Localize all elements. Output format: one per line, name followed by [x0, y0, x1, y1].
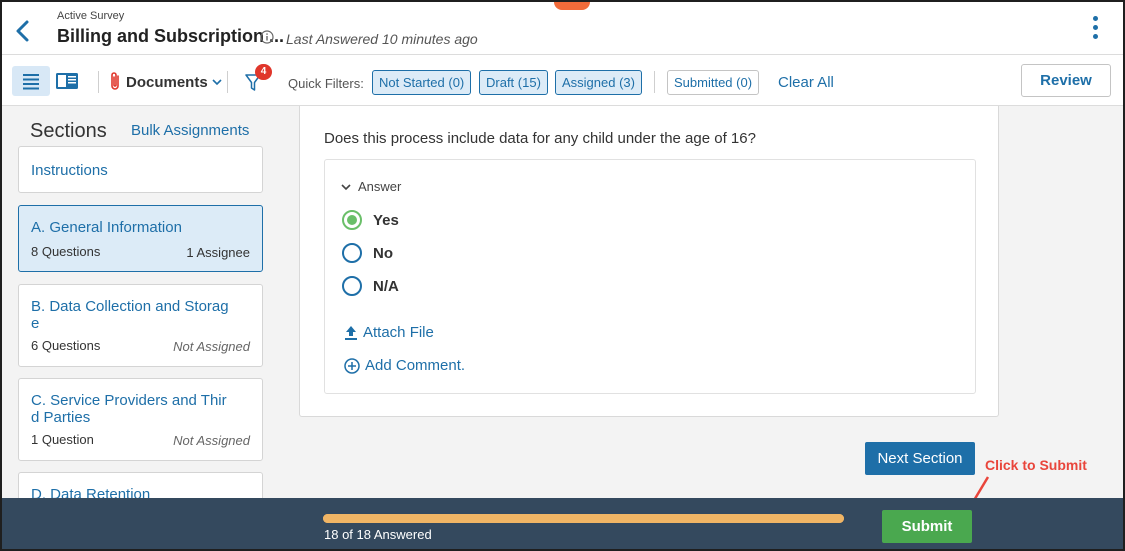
clear-all-link[interactable]: Clear All [778, 74, 834, 91]
section-assignee: 1 Assignee [186, 245, 250, 260]
add-comment-link[interactable]: Add Comment. [344, 357, 465, 374]
sections-heading: Sections [30, 120, 107, 142]
main-content: Sections Bulk Assignments Instructions A… [2, 106, 1123, 525]
section-title: B. Data Collection and Storag e [31, 298, 229, 332]
radio-label: Yes [373, 211, 399, 229]
add-comment-label: Add Comment. [365, 357, 466, 374]
attach-file-link[interactable]: Attach File [344, 324, 434, 341]
paperclip-icon [111, 72, 119, 90]
chevron-down-icon [341, 183, 351, 190]
progress-text: 18 of 18 Answered [324, 527, 432, 542]
radio-option-na[interactable]: N/A [342, 275, 399, 297]
section-question-count: 8 Questions [31, 244, 101, 259]
detail-view-button[interactable] [52, 66, 82, 96]
section-title: A. General Information [31, 219, 182, 236]
annotation-callout: Click to Submit [985, 457, 1087, 473]
radio-option-no[interactable]: No [342, 242, 393, 264]
question-text: Does this process include data for any c… [324, 130, 756, 147]
radio-option-yes[interactable]: Yes [342, 209, 399, 231]
answer-label: Answer [358, 179, 402, 194]
filter-count-badge: 4 [255, 64, 272, 80]
section-card-data-collection[interactable]: B. Data Collection and Storag e 6 Questi… [18, 284, 263, 367]
progress-bar [323, 514, 844, 523]
plus-circle-icon [344, 357, 360, 374]
review-button[interactable]: Review [1021, 64, 1111, 97]
next-section-button[interactable]: Next Section [865, 442, 975, 475]
more-options-icon[interactable] [1088, 16, 1102, 44]
chevron-left-icon [16, 20, 29, 42]
header: Active Survey Billing and Subscription .… [2, 2, 1123, 55]
question-panel: Does this process include data for any c… [299, 106, 999, 417]
filter-chip-not-started[interactable]: Not Started (0) [372, 70, 472, 95]
answer-box: Answer Yes No N/A Attach File Add Commen… [324, 159, 976, 394]
back-button[interactable] [12, 18, 34, 44]
documents-dropdown[interactable]: Documents [108, 70, 222, 94]
section-card-general-information[interactable]: A. General Information 8 Questions 1 Ass… [18, 205, 263, 272]
progress-bar-fill [323, 514, 844, 523]
section-assignee: Not Assigned [173, 433, 250, 448]
survey-status-label: Active Survey [57, 10, 125, 22]
toolbar-divider [98, 71, 99, 93]
radio-label: No [373, 244, 393, 262]
chevron-down-icon [212, 79, 222, 86]
toolbar-divider [654, 71, 655, 93]
section-title: C. Service Providers and Thir d Parties [31, 392, 227, 426]
quick-filters-label: Quick Filters: [288, 76, 364, 91]
last-answered-text: Last Answered 10 minutes ago [286, 31, 478, 47]
footer-bar: 18 of 18 Answered Submit [2, 498, 1123, 549]
section-assignee: Not Assigned [173, 339, 250, 354]
toolbar: Documents 4 Quick Filters: Not Started (… [2, 55, 1123, 106]
list-icon [23, 74, 39, 90]
section-card-instructions[interactable]: Instructions [18, 146, 263, 193]
radio-label: N/A [373, 277, 399, 295]
filter-chip-assigned[interactable]: Assigned (3) [555, 70, 642, 95]
page-title: Billing and Subscription ... [57, 26, 285, 46]
filter-chip-draft[interactable]: Draft (15) [479, 70, 548, 95]
upload-icon [345, 325, 357, 340]
list-view-button[interactable] [12, 66, 50, 96]
radio-button[interactable] [342, 243, 362, 263]
attach-file-label: Attach File [363, 324, 434, 341]
answer-collapse-toggle[interactable]: Answer [341, 179, 401, 194]
app-window: Active Survey Billing and Subscription .… [0, 0, 1125, 551]
info-icon[interactable] [260, 30, 274, 44]
section-card-service-providers[interactable]: C. Service Providers and Thir d Parties … [18, 378, 263, 461]
filter-chip-submitted[interactable]: Submitted (0) [667, 70, 760, 95]
bulk-assignments-link[interactable]: Bulk Assignments [131, 122, 249, 139]
documents-label: Documents [126, 73, 208, 91]
submit-button[interactable]: Submit [882, 510, 972, 543]
section-question-count: 6 Questions [31, 338, 101, 353]
section-title: Instructions [31, 162, 108, 179]
book-view-icon [56, 73, 78, 89]
radio-button[interactable] [342, 276, 362, 296]
radio-button-checked[interactable] [342, 210, 362, 230]
top-collapse-tab[interactable] [554, 2, 590, 10]
toolbar-divider [227, 71, 228, 93]
section-question-count: 1 Question [31, 432, 94, 447]
